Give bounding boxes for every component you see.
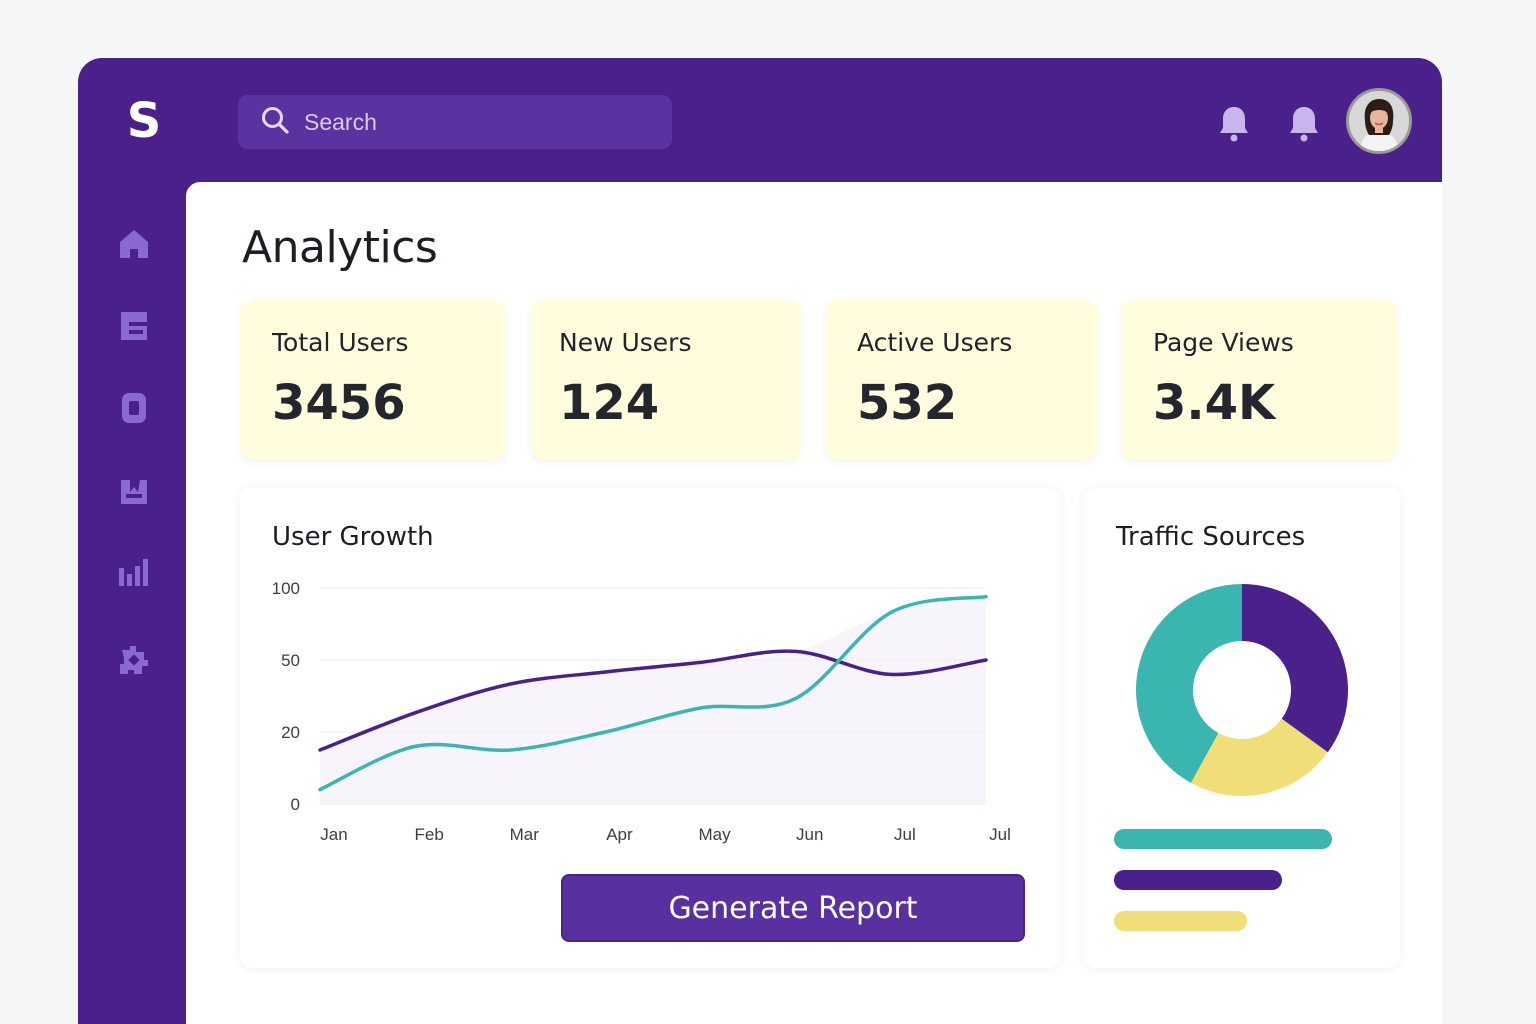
x-tick-label: May — [699, 825, 732, 844]
x-tick-label: Apr — [606, 825, 633, 844]
y-tick-label: 20 — [281, 723, 300, 742]
bar-chart-icon[interactable] — [116, 554, 152, 590]
y-tick-label: 0 — [291, 795, 300, 814]
user-avatar[interactable] — [1346, 88, 1412, 154]
app-logo[interactable]: S — [124, 96, 164, 146]
stat-label: Active Users — [857, 328, 1013, 357]
traffic-sources-title: Traffic Sources — [1116, 522, 1306, 552]
user-growth-title: User Growth — [272, 522, 434, 552]
x-tick-label: Mar — [510, 825, 540, 844]
stat-value: 3.4K — [1153, 375, 1276, 431]
x-tick-label: Jun — [796, 825, 823, 844]
x-tick-label: Jul — [989, 825, 1011, 844]
search-input[interactable] — [304, 108, 644, 136]
traffic-sources-chart — [1136, 584, 1348, 796]
legend-bar — [1114, 829, 1332, 849]
x-tick-label: Feb — [414, 825, 443, 844]
legend-bar — [1114, 870, 1282, 890]
puzzle-icon[interactable] — [116, 642, 152, 678]
traffic-sources-panel: Traffic Sources — [1084, 488, 1400, 968]
y-tick-label: 50 — [281, 651, 300, 670]
generate-report-button[interactable]: Generate Report — [561, 874, 1025, 942]
page-title: Analytics — [242, 222, 438, 273]
gallery-icon[interactable] — [116, 472, 152, 508]
stat-card-total-users: Total Users 3456 — [240, 300, 506, 460]
x-tick-label: Jul — [894, 825, 916, 844]
stat-value: 532 — [857, 375, 958, 431]
stat-card-new-users: New Users 124 — [531, 300, 801, 460]
y-tick-label: 100 — [272, 579, 300, 598]
user-growth-panel: 0 20 50 100 Jan Feb Mar Apr May Jun Jul Jul User Gr… — [240, 488, 1060, 968]
app-window: S Analy — [78, 58, 1442, 1024]
stat-value: 124 — [559, 375, 660, 431]
main-content: Analytics Total Users 3456 New Users 124… — [186, 182, 1442, 1024]
box-icon[interactable] — [116, 390, 152, 426]
stat-label: New Users — [559, 328, 692, 357]
stat-card-active-users: Active Users 532 — [825, 300, 1097, 460]
stat-card-page-views: Page Views 3.4K — [1121, 300, 1397, 460]
home-icon[interactable] — [116, 226, 152, 262]
stat-value: 3456 — [272, 375, 406, 431]
document-icon[interactable] — [116, 308, 152, 344]
stat-label: Total Users — [272, 328, 409, 357]
x-tick-label: Jan — [320, 825, 347, 844]
stat-label: Page Views — [1153, 328, 1294, 357]
bell-icon[interactable] — [1217, 104, 1251, 142]
search-icon — [260, 105, 290, 140]
bell-icon[interactable] — [1287, 104, 1321, 142]
area-fill — [320, 596, 986, 804]
donut-slice-1 — [1242, 584, 1348, 753]
search-bar[interactable] — [238, 95, 672, 149]
legend-bar — [1114, 911, 1247, 931]
